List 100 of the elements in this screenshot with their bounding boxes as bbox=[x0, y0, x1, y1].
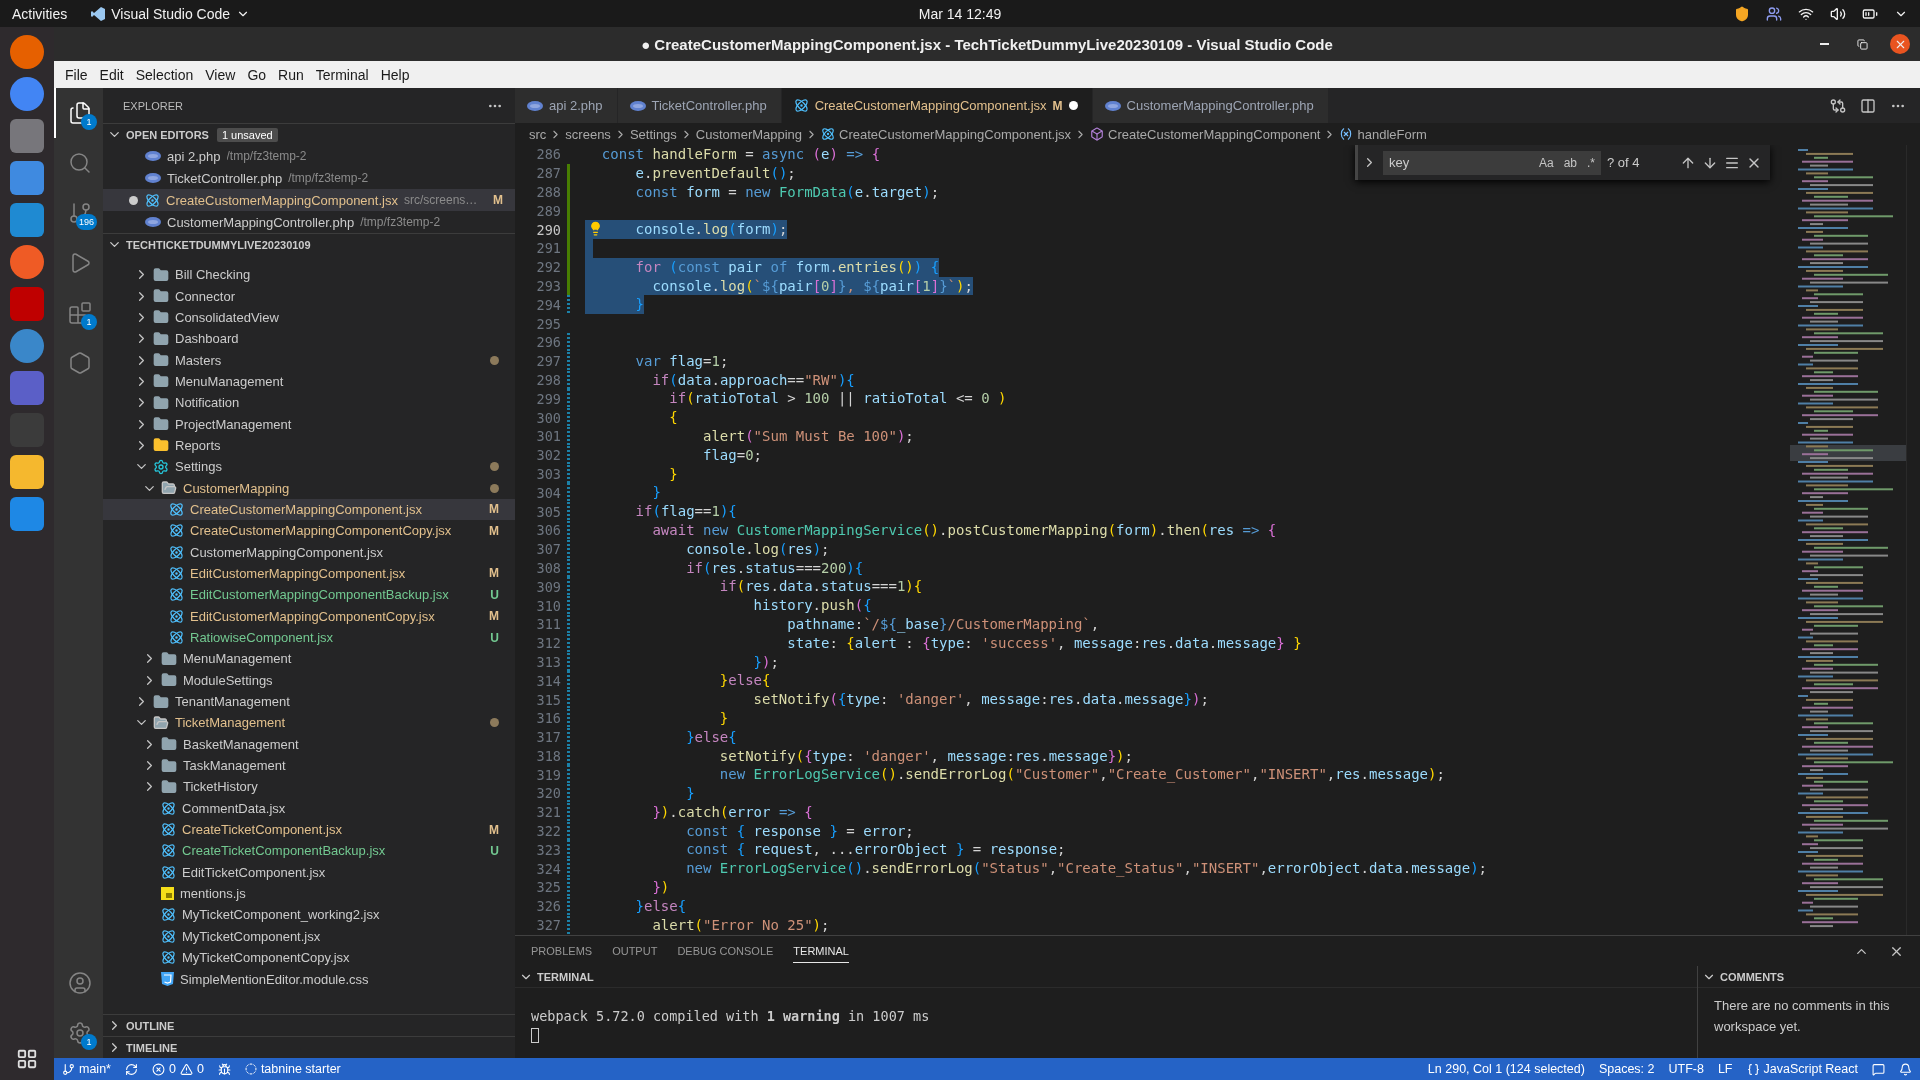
app-launcher-icon[interactable] bbox=[10, 119, 44, 153]
tree-item[interactable]: CustomerMapping bbox=[103, 477, 515, 499]
tree-item[interactable]: ModuleSettings bbox=[103, 669, 515, 691]
app-launcher-icon[interactable] bbox=[10, 455, 44, 489]
activity-button[interactable]: 1 bbox=[54, 288, 103, 338]
tree-item[interactable]: Notification bbox=[103, 392, 515, 414]
tree-item[interactable]: ProjectManagement bbox=[103, 413, 515, 435]
app-launcher-icon[interactable] bbox=[10, 161, 44, 195]
tree-item[interactable]: TicketManagement bbox=[103, 712, 515, 734]
tree-item[interactable]: CustomerMappingComponent.jsx bbox=[103, 541, 515, 563]
clock[interactable]: Mar 14 12:49 bbox=[918, 5, 1002, 22]
tree-item[interactable]: SimpleMentionEditor.module.css bbox=[103, 968, 515, 990]
pane-header[interactable]: TERMINAL bbox=[515, 966, 1697, 988]
tree-item[interactable]: EditCustomerMappingComponentBackup.jsx U bbox=[103, 584, 515, 606]
tree-item[interactable]: CreateTicketComponentBackup.jsx U bbox=[103, 840, 515, 862]
language-status[interactable]: JavaScript React bbox=[1746, 1062, 1858, 1076]
open-editor-item[interactable]: CustomerMappingController.php /tmp/fz3temp-2 bbox=[103, 211, 515, 233]
open-editor-item[interactable]: CreateCustomerMappingComponent.jsx src/screens… M bbox=[103, 189, 515, 211]
tree-item[interactable]: CreateTicketComponent.jsx M bbox=[103, 818, 515, 841]
line-ending-status[interactable]: LF bbox=[1717, 1062, 1733, 1076]
split-editor-icon[interactable] bbox=[1860, 97, 1876, 114]
shield-icon[interactable] bbox=[1734, 5, 1750, 22]
sync-icon[interactable] bbox=[124, 1062, 138, 1076]
breadcrumb[interactable]: CustomerMapping bbox=[695, 126, 803, 142]
find-field[interactable]: key Aa ab .* bbox=[1383, 150, 1601, 175]
app-launcher-icon[interactable] bbox=[10, 497, 44, 531]
problems-status[interactable]: 0 0 bbox=[151, 1062, 204, 1076]
tree-item[interactable]: Reports bbox=[103, 434, 515, 457]
indentation-status[interactable]: Spaces: 2 bbox=[1598, 1062, 1655, 1076]
app-launcher-icon[interactable] bbox=[10, 35, 44, 69]
app-launcher-icon[interactable] bbox=[10, 329, 44, 363]
editor-tab[interactable]: CreateCustomerMappingComponent.jsx M bbox=[781, 88, 1093, 123]
tree-item[interactable]: MenuManagement bbox=[103, 370, 515, 393]
menu-item[interactable]: Help bbox=[375, 66, 415, 83]
app-grid-icon[interactable] bbox=[16, 1048, 38, 1070]
app-launcher-icon[interactable] bbox=[10, 203, 44, 237]
pane-header[interactable]: COMMENTS bbox=[1698, 966, 1920, 988]
editor-tab[interactable]: CustomerMappingController.php bbox=[1092, 88, 1329, 123]
app-menu[interactable]: Visual Studio Code bbox=[91, 5, 251, 22]
tree-item[interactable]: Connector bbox=[103, 285, 515, 307]
app-launcher-icon[interactable] bbox=[10, 245, 44, 279]
tree-item[interactable]: Dashboard bbox=[103, 328, 515, 350]
encoding-status[interactable]: UTF-8 bbox=[1668, 1062, 1704, 1076]
panel-tab[interactable]: OUTPUT bbox=[612, 939, 658, 963]
menu-item[interactable]: Selection bbox=[130, 66, 199, 83]
tree-item[interactable]: MyTicketComponent_working2.jsx bbox=[103, 904, 515, 926]
tree-item[interactable]: Masters bbox=[103, 349, 515, 371]
breadcrumb[interactable]: handleForm bbox=[1339, 126, 1427, 142]
volume-icon[interactable] bbox=[1830, 5, 1846, 22]
panel-tab[interactable]: DEBUG CONSOLE bbox=[677, 939, 774, 963]
people-icon[interactable] bbox=[1766, 5, 1782, 22]
tree-item[interactable]: ConsolidatedView bbox=[103, 306, 515, 329]
breadcrumb[interactable]: src bbox=[529, 126, 547, 142]
menu-item[interactable]: File bbox=[60, 66, 93, 83]
menu-item[interactable]: View bbox=[200, 66, 241, 83]
tree-item[interactable]: Bill Checking bbox=[103, 264, 515, 286]
tree-item[interactable]: TenantManagement bbox=[103, 690, 515, 713]
menu-item[interactable]: Run bbox=[273, 66, 309, 83]
tree-item[interactable]: EditTicketComponent.jsx bbox=[103, 861, 515, 883]
open-editor-item[interactable]: api 2.php /tmp/fz3temp-2 bbox=[103, 145, 515, 167]
tree-item[interactable]: RatiowiseComponent.jsx U bbox=[103, 626, 515, 649]
menu-item[interactable]: Terminal bbox=[310, 66, 374, 83]
open-editor-item[interactable]: TicketController.php /tmp/fz3temp-2 bbox=[103, 167, 515, 189]
tree-item[interactable]: CommentData.jsx bbox=[103, 797, 515, 819]
panel-tab[interactable]: PROBLEMS bbox=[531, 939, 593, 963]
lightbulb-icon[interactable] bbox=[588, 221, 603, 237]
tree-item[interactable]: EditCustomerMappingComponent.jsx M bbox=[103, 562, 515, 585]
tree-item[interactable]: CreateCustomerMappingComponent.jsx M bbox=[103, 498, 515, 521]
breadcrumb[interactable]: Settings bbox=[629, 126, 677, 142]
breadcrumb[interactable]: CreateCustomerMappingComponent bbox=[1090, 126, 1321, 142]
section-header[interactable]: OPEN EDITORS 1 unsaved bbox=[103, 123, 515, 145]
panel-tab[interactable]: TERMINAL bbox=[793, 939, 849, 963]
breadcrumb[interactable]: CreateCustomerMappingComponent.jsx bbox=[821, 126, 1072, 142]
extension-status[interactable]: tabnine starter bbox=[244, 1062, 341, 1076]
cursor-position[interactable]: Ln 290, Col 1 (124 selected) bbox=[1427, 1062, 1585, 1076]
section-header[interactable]: OUTLINE bbox=[103, 1014, 515, 1036]
menu-item[interactable]: Edit bbox=[94, 66, 129, 83]
find-option[interactable]: ab bbox=[1561, 155, 1579, 170]
tree-item[interactable]: mentions.js bbox=[103, 882, 515, 905]
menu-item[interactable]: Go bbox=[242, 66, 272, 83]
close-button[interactable] bbox=[1890, 34, 1910, 54]
tree-item[interactable]: TaskManagement bbox=[103, 754, 515, 777]
tree-item[interactable]: CreateCustomerMappingComponentCopy.jsx M bbox=[103, 520, 515, 542]
tree-item[interactable]: MyTicketComponentCopy.jsx bbox=[103, 947, 515, 969]
bell-icon[interactable] bbox=[1899, 1062, 1912, 1076]
activity-button[interactable]: 196 bbox=[54, 188, 103, 238]
editor-tab[interactable]: api 2.php bbox=[515, 88, 618, 123]
tree-item[interactable]: MenuManagement bbox=[103, 648, 515, 670]
tree-item[interactable]: TicketHistory bbox=[103, 776, 515, 798]
bug-icon[interactable] bbox=[217, 1062, 231, 1076]
activity-button[interactable]: 1 bbox=[54, 1008, 103, 1058]
tree-item[interactable]: EditCustomerMappingComponentCopy.jsx M bbox=[103, 605, 515, 627]
breadcrumb[interactable]: screens bbox=[565, 126, 611, 142]
tree-item[interactable]: Settings bbox=[103, 456, 515, 478]
branch-status[interactable]: main* bbox=[62, 1062, 111, 1076]
section-header[interactable]: TECHTICKETDUMMYLIVE20230109 bbox=[103, 233, 515, 255]
editor-tab[interactable]: TicketController.php bbox=[617, 88, 782, 123]
feedback-icon[interactable] bbox=[1872, 1062, 1885, 1076]
compare-icon[interactable] bbox=[1830, 97, 1846, 114]
activities-button[interactable]: Activities bbox=[12, 5, 68, 22]
